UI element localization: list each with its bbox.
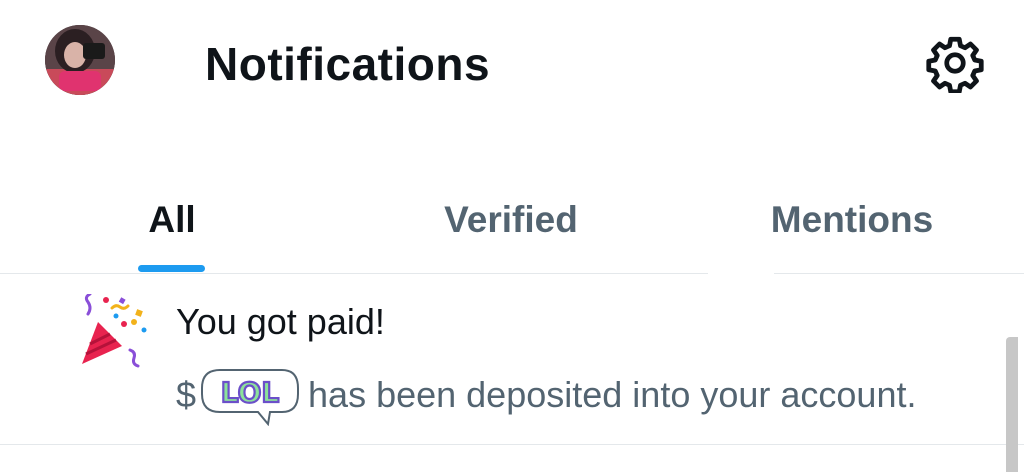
page-title: Notifications: [205, 38, 491, 90]
currency-symbol: $: [176, 374, 197, 415]
notifications-page: Notifications All Verified Mentions You …: [0, 0, 1024, 472]
lol-sticker-text: LOL: [221, 376, 280, 409]
avatar-image: [45, 25, 115, 95]
scrollbar[interactable]: [1006, 337, 1018, 472]
notification-message: has been deposited into your account.: [308, 374, 917, 415]
notification-title: You got paid!: [176, 301, 385, 342]
party-popper-icon: [82, 294, 147, 368]
settings-button[interactable]: [922, 30, 988, 96]
notification-divider: [0, 444, 1024, 445]
notification-body: $ LOL has been deposited into your accou…: [176, 364, 916, 426]
notification-item[interactable]: You got paid! $ LOL has been deposited i…: [0, 274, 1024, 444]
gear-icon: [926, 36, 984, 93]
tab-all[interactable]: All: [100, 170, 244, 270]
tab-mentions[interactable]: Mentions: [730, 170, 974, 270]
avatar[interactable]: [45, 25, 115, 95]
active-tab-indicator: [138, 265, 205, 272]
tab-verified[interactable]: Verified: [400, 170, 622, 270]
tab-bar: All Verified Mentions: [0, 170, 1024, 276]
lol-sticker: LOL: [201, 369, 300, 426]
